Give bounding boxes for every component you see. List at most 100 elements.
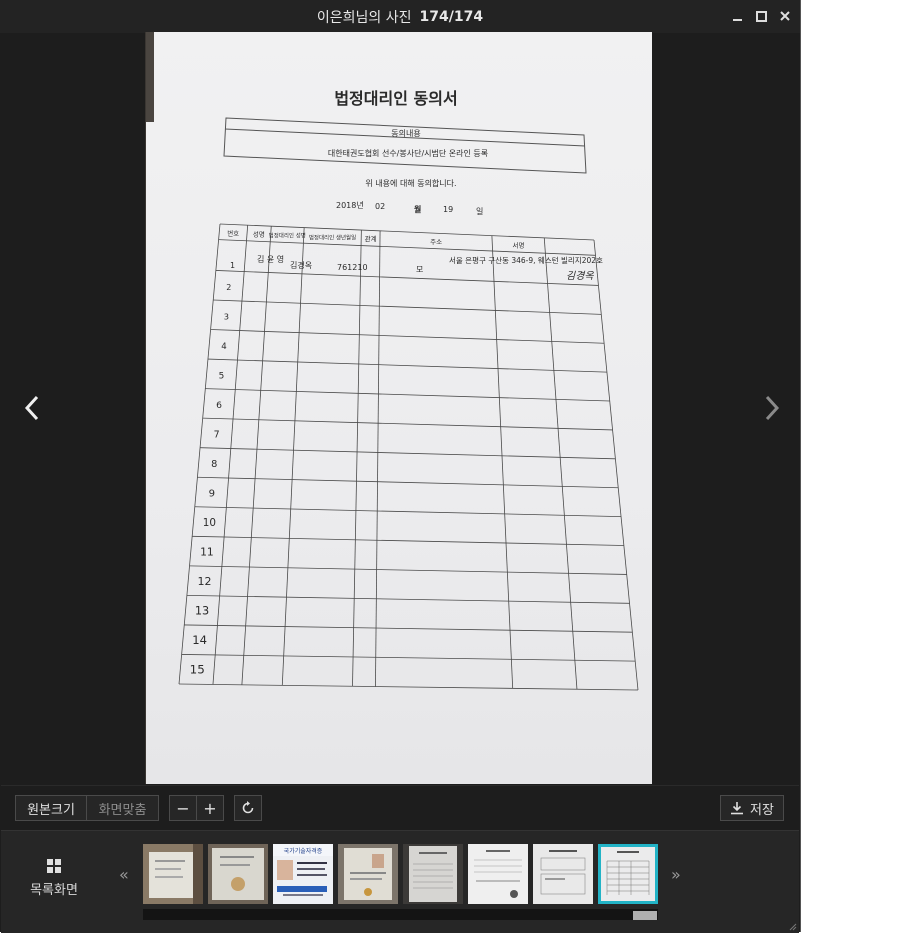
- save-button[interactable]: 저장: [720, 795, 784, 821]
- row1-relation: 모: [416, 265, 423, 274]
- row-number: 4: [221, 342, 226, 352]
- row-number: 8: [211, 459, 217, 470]
- thumbnail-2[interactable]: [208, 844, 268, 904]
- resize-grip-icon[interactable]: [787, 921, 797, 931]
- viewer-toolbar: 원본크기 화면맞춤 − + 저장: [1, 785, 799, 831]
- row-number: 9: [209, 488, 215, 499]
- row-number: 2: [226, 283, 231, 292]
- table-row-line: [181, 654, 636, 662]
- date-month-unit: 월: [414, 204, 421, 214]
- table-header-cell: 주소: [430, 238, 442, 246]
- row1-birth: 761210: [337, 263, 368, 272]
- table-col-line: [212, 225, 249, 685]
- table-row-line: [192, 535, 624, 546]
- grid-icon: [47, 859, 61, 873]
- table-row-line: [207, 358, 607, 373]
- list-view-button[interactable]: 목록화면: [15, 859, 93, 898]
- table-col-line: [491, 235, 514, 689]
- agree-text: 위 내용에 대해 동의합니다.: [365, 178, 456, 188]
- thumbnail-strip: 목록화면 « 국가기술자격증 »: [1, 830, 799, 933]
- date-day-unit: 일: [476, 207, 483, 216]
- photo-counter: 174/174: [419, 8, 484, 25]
- zoom-in-button[interactable]: +: [196, 795, 224, 821]
- thumbnail-1[interactable]: [143, 844, 203, 904]
- table-col-line: [593, 239, 639, 691]
- row1-no: 1: [230, 261, 235, 270]
- consent-label: 동의내용: [391, 128, 420, 138]
- row-number: 13: [195, 604, 209, 617]
- save-label: 저장: [750, 802, 774, 818]
- rotate-button[interactable]: [234, 795, 262, 821]
- table-row-line: [210, 329, 605, 344]
- download-icon: [731, 802, 744, 815]
- rotate-icon: [242, 801, 254, 814]
- thumbnail-7[interactable]: [533, 844, 593, 904]
- thumbnail-3[interactable]: 국가기술자격증: [273, 844, 333, 904]
- title-bar: 이은희님의 사진 174/174: [0, 0, 800, 33]
- table-header-cell: 번호: [227, 228, 239, 237]
- thumbnail-scrollbar[interactable]: [143, 909, 658, 920]
- original-size-button[interactable]: 원본크기: [15, 795, 87, 821]
- thumbs-prev-button[interactable]: «: [119, 865, 129, 884]
- row1-signature: 김경옥: [566, 270, 594, 282]
- table-row-line: [197, 476, 619, 489]
- table-row-line: [178, 683, 639, 691]
- date-month: 02: [375, 202, 385, 211]
- maximize-icon[interactable]: [754, 8, 768, 24]
- row-number: 7: [214, 429, 220, 440]
- table-col-line: [352, 230, 362, 687]
- table-col-line: [241, 226, 272, 685]
- table-row-line: [184, 624, 633, 633]
- row-number: 6: [216, 400, 222, 411]
- row-number: 11: [200, 545, 214, 558]
- row-number: 15: [190, 662, 205, 676]
- table-row-line: [186, 594, 630, 604]
- row1-name: 김 윤 영: [257, 254, 284, 264]
- prev-photo-icon[interactable]: [15, 383, 55, 433]
- table-row-line: [194, 506, 622, 518]
- thumbnail-6[interactable]: [468, 844, 528, 904]
- thumbnail-4[interactable]: [338, 844, 398, 904]
- close-icon[interactable]: [778, 8, 792, 24]
- minimize-icon[interactable]: [730, 8, 744, 24]
- table-col-line: [543, 237, 578, 690]
- thumbnail-scrollbar-thumb[interactable]: [633, 911, 657, 920]
- list-view-label: 목록화면: [30, 883, 78, 898]
- table-header-cell: 성명: [253, 229, 265, 238]
- row-number: 10: [203, 517, 216, 529]
- row1-address: 서울 은평구 구산동 346-9, 웨스턴 빌리지202호: [449, 255, 603, 265]
- row1-guardian: 김경옥: [290, 260, 312, 270]
- table-row-line: [202, 417, 613, 431]
- table-header-cell: 관계: [365, 234, 377, 243]
- consent-text: 대한태권도협회 선수/봉사단/시범단 온라인 등록: [328, 148, 488, 158]
- fit-screen-button[interactable]: 화면맞춤: [86, 795, 159, 821]
- table-row-line: [205, 388, 610, 402]
- table-header-cell: 서명: [513, 240, 525, 249]
- next-photo-icon[interactable]: [753, 383, 793, 433]
- zoom-out-button[interactable]: −: [169, 795, 197, 821]
- photo-document: 법정대리인 동의서 동의내용 대한태권도협회 선수/봉사단/시범단 온라인 등록…: [146, 32, 652, 784]
- thumbs-next-button[interactable]: »: [671, 865, 681, 884]
- thumbnail-3-caption: 국가기술자격증: [284, 847, 323, 855]
- table-row-line: [200, 447, 616, 460]
- row-number: 14: [192, 633, 207, 647]
- thumbnail-8-selected[interactable]: [598, 844, 658, 904]
- table-header-cell: 법정대리인 성명: [269, 232, 306, 240]
- table-col-line: [281, 227, 305, 686]
- date-year: 2018년: [336, 200, 364, 210]
- row-number: 12: [197, 575, 211, 588]
- window-title: 이은희님의 사진: [316, 9, 412, 26]
- table-row-line: [189, 565, 627, 575]
- doc-heading: 법정대리인 동의서: [334, 89, 457, 108]
- table-row-line: [215, 270, 599, 286]
- photo-viewer-window: 이은희님의 사진 174/174 법정대리인 동의서 동의내용 대한태권도협회 …: [0, 0, 801, 933]
- row-number: 5: [219, 371, 225, 381]
- table-row-line: [218, 239, 596, 256]
- consent-table: 번호 성명 법정대리인 성명 법정대리인 생년월일 관계 주소 서명234567891011…: [178, 223, 639, 691]
- table-col-line: [375, 230, 381, 687]
- row-number: 3: [224, 311, 229, 321]
- date-day: 19: [443, 205, 453, 214]
- thumbnail-5[interactable]: [403, 844, 463, 904]
- table-row-line: [213, 299, 602, 315]
- table-header-cell: 법정대리인 생년월일: [309, 234, 356, 242]
